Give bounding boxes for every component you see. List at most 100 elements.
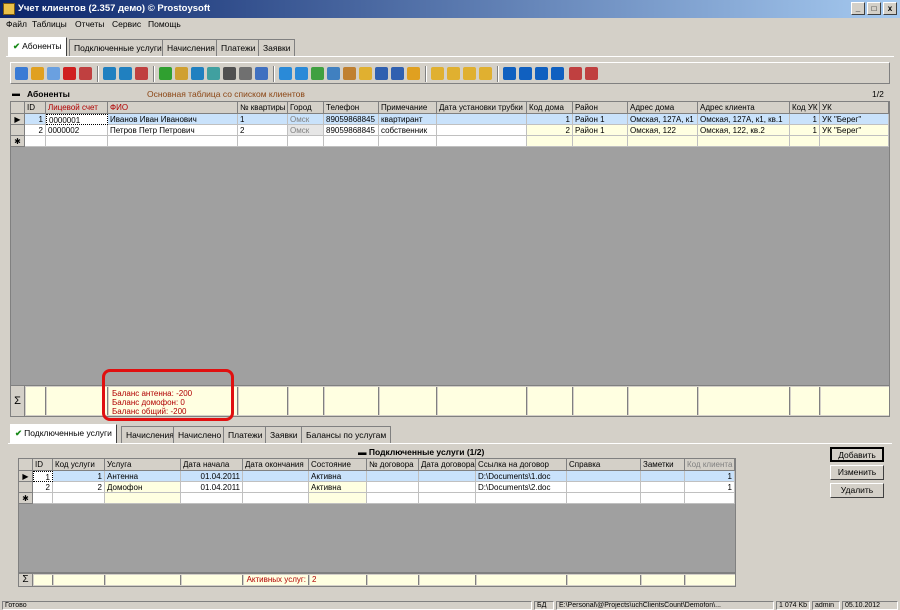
filter-clear-icon[interactable] <box>135 67 148 80</box>
subtab-requests[interactable]: Заявки <box>265 426 303 443</box>
refresh-icon[interactable] <box>159 67 172 80</box>
new-record-icon[interactable] <box>15 67 28 80</box>
cell-empty[interactable] <box>685 493 735 504</box>
list-icon[interactable] <box>391 67 404 80</box>
prev-record-icon[interactable] <box>519 67 532 80</box>
close-button[interactable]: x <box>883 2 897 15</box>
cell-start-date[interactable]: 01.04.2011 <box>181 471 243 482</box>
cell-contract-link[interactable]: D:\Documents\2.doc <box>476 482 567 493</box>
cell-install-date[interactable] <box>437 114 527 125</box>
col-header-client-code[interactable]: Код клиента <box>685 459 735 471</box>
edit-icon[interactable] <box>31 67 44 80</box>
col-header-notes[interactable]: Заметки <box>641 459 685 471</box>
cell-uk-code[interactable]: 1 <box>790 125 820 136</box>
cell-empty[interactable] <box>628 136 698 147</box>
cell-account[interactable]: 0000002 <box>46 125 108 136</box>
funnel-icon[interactable] <box>191 67 204 80</box>
last-record-icon[interactable] <box>551 67 564 80</box>
cell-empty[interactable] <box>33 493 53 504</box>
report2-icon[interactable] <box>295 67 308 80</box>
cell-empty[interactable] <box>527 136 573 147</box>
cell-apartment[interactable]: 1 <box>238 114 288 125</box>
cell-fio[interactable]: Иванов Иван Иванович <box>108 114 238 125</box>
cell-empty[interactable] <box>573 136 628 147</box>
add-button[interactable]: Добавить <box>830 447 884 462</box>
cell-empty[interactable] <box>367 493 419 504</box>
col-header-district[interactable]: Район <box>573 102 628 114</box>
cell-start-date[interactable]: 01.04.2011 <box>181 482 243 493</box>
tab-charges[interactable]: Начисления <box>162 39 220 56</box>
print-icon[interactable] <box>239 67 252 80</box>
cell-end-date[interactable] <box>243 482 309 493</box>
cell-empty[interactable] <box>238 136 288 147</box>
cell-empty[interactable] <box>46 136 108 147</box>
delete-button[interactable]: Удалить <box>830 483 884 498</box>
row-indicator[interactable] <box>19 482 33 493</box>
sort-asc-icon[interactable] <box>569 67 582 80</box>
cell-note[interactable]: собственник <box>379 125 437 136</box>
report-icon[interactable] <box>279 67 292 80</box>
chart-icon[interactable] <box>343 67 356 80</box>
cell-end-date[interactable] <box>243 471 309 482</box>
copy-icon[interactable] <box>47 67 60 80</box>
cell-service-code[interactable]: 1 <box>53 471 105 482</box>
menu-help[interactable]: Помощь <box>148 19 181 29</box>
cell-service-code[interactable]: 2 <box>53 482 105 493</box>
cell-client-address[interactable]: Омская, 122, кв.2 <box>698 125 790 136</box>
col-header-install-date[interactable]: Дата установки трубки <box>437 102 527 114</box>
cell-house-code[interactable]: 2 <box>527 125 573 136</box>
cell-empty[interactable] <box>379 136 437 147</box>
tab-connected-services[interactable]: Подключенные услуги <box>69 39 167 56</box>
cell-account[interactable]: 0000001 <box>46 114 108 125</box>
col-header-service-code[interactable]: Код услуги <box>53 459 105 471</box>
sort-desc-icon[interactable] <box>585 67 598 80</box>
cell-empty[interactable] <box>820 136 889 147</box>
note-icon[interactable] <box>431 67 444 80</box>
col-header-house-code[interactable]: Код дома <box>527 102 573 114</box>
col-header-uk-code[interactable]: Код УК <box>790 102 820 114</box>
maximize-button[interactable]: □ <box>867 2 881 15</box>
export-icon[interactable] <box>255 67 268 80</box>
subtab-charged[interactable]: Начислено <box>173 426 227 443</box>
cell-uk[interactable]: УК "Берег" <box>820 125 889 136</box>
col-header-city[interactable]: Город <box>288 102 324 114</box>
cell-notes[interactable] <box>641 482 685 493</box>
menu-reports[interactable]: Отчеты <box>75 19 104 29</box>
calendar-icon[interactable] <box>359 67 372 80</box>
col-header-house-address[interactable]: Адрес дома <box>628 102 698 114</box>
col-header-fio[interactable]: ФИО <box>108 102 238 114</box>
cell-district[interactable]: Район 1 <box>573 114 628 125</box>
row-pointer-icon[interactable]: ▶ <box>19 471 33 482</box>
cell-uk[interactable]: УК "Берег" <box>820 114 889 125</box>
cell-client-code[interactable]: 1 <box>685 482 735 493</box>
edit-button[interactable]: Изменить <box>830 465 884 480</box>
cell-reference[interactable] <box>567 471 641 482</box>
image-icon[interactable] <box>311 67 324 80</box>
settings-icon[interactable] <box>207 67 220 80</box>
col-header-status[interactable]: Состояние <box>309 459 367 471</box>
cell-phone[interactable]: 89059868845 <box>324 114 379 125</box>
cell-id[interactable]: 1 <box>25 114 46 125</box>
col-header-id[interactable]: ID <box>25 102 46 114</box>
cell-client-address[interactable]: Омская, 127А, к1, кв.1 <box>698 114 790 125</box>
cell-empty[interactable] <box>108 136 238 147</box>
folder-icon[interactable] <box>407 67 420 80</box>
cell-empty[interactable] <box>288 136 324 147</box>
collapse-icon[interactable]: ▬ <box>358 447 369 457</box>
doc3-icon[interactable] <box>479 67 492 80</box>
row-pointer-icon[interactable]: ▶ <box>11 114 25 125</box>
binoculars-icon[interactable] <box>223 67 236 80</box>
tab-requests[interactable]: Заявки <box>258 39 296 56</box>
cell-contract-no[interactable] <box>367 471 419 482</box>
cell-phone[interactable]: 89059868845 <box>324 125 379 136</box>
filter-icon[interactable] <box>103 67 116 80</box>
cell-id[interactable]: 2 <box>33 482 53 493</box>
new-row-icon[interactable]: ✱ <box>11 136 25 147</box>
cell-empty[interactable] <box>243 493 309 504</box>
sort-icon[interactable] <box>175 67 188 80</box>
subtab-balances[interactable]: Балансы по услугам <box>301 426 392 443</box>
cell-apartment[interactable]: 2 <box>238 125 288 136</box>
stats-icon[interactable] <box>375 67 388 80</box>
row-indicator[interactable] <box>11 125 25 136</box>
cell-uk-code[interactable]: 1 <box>790 114 820 125</box>
